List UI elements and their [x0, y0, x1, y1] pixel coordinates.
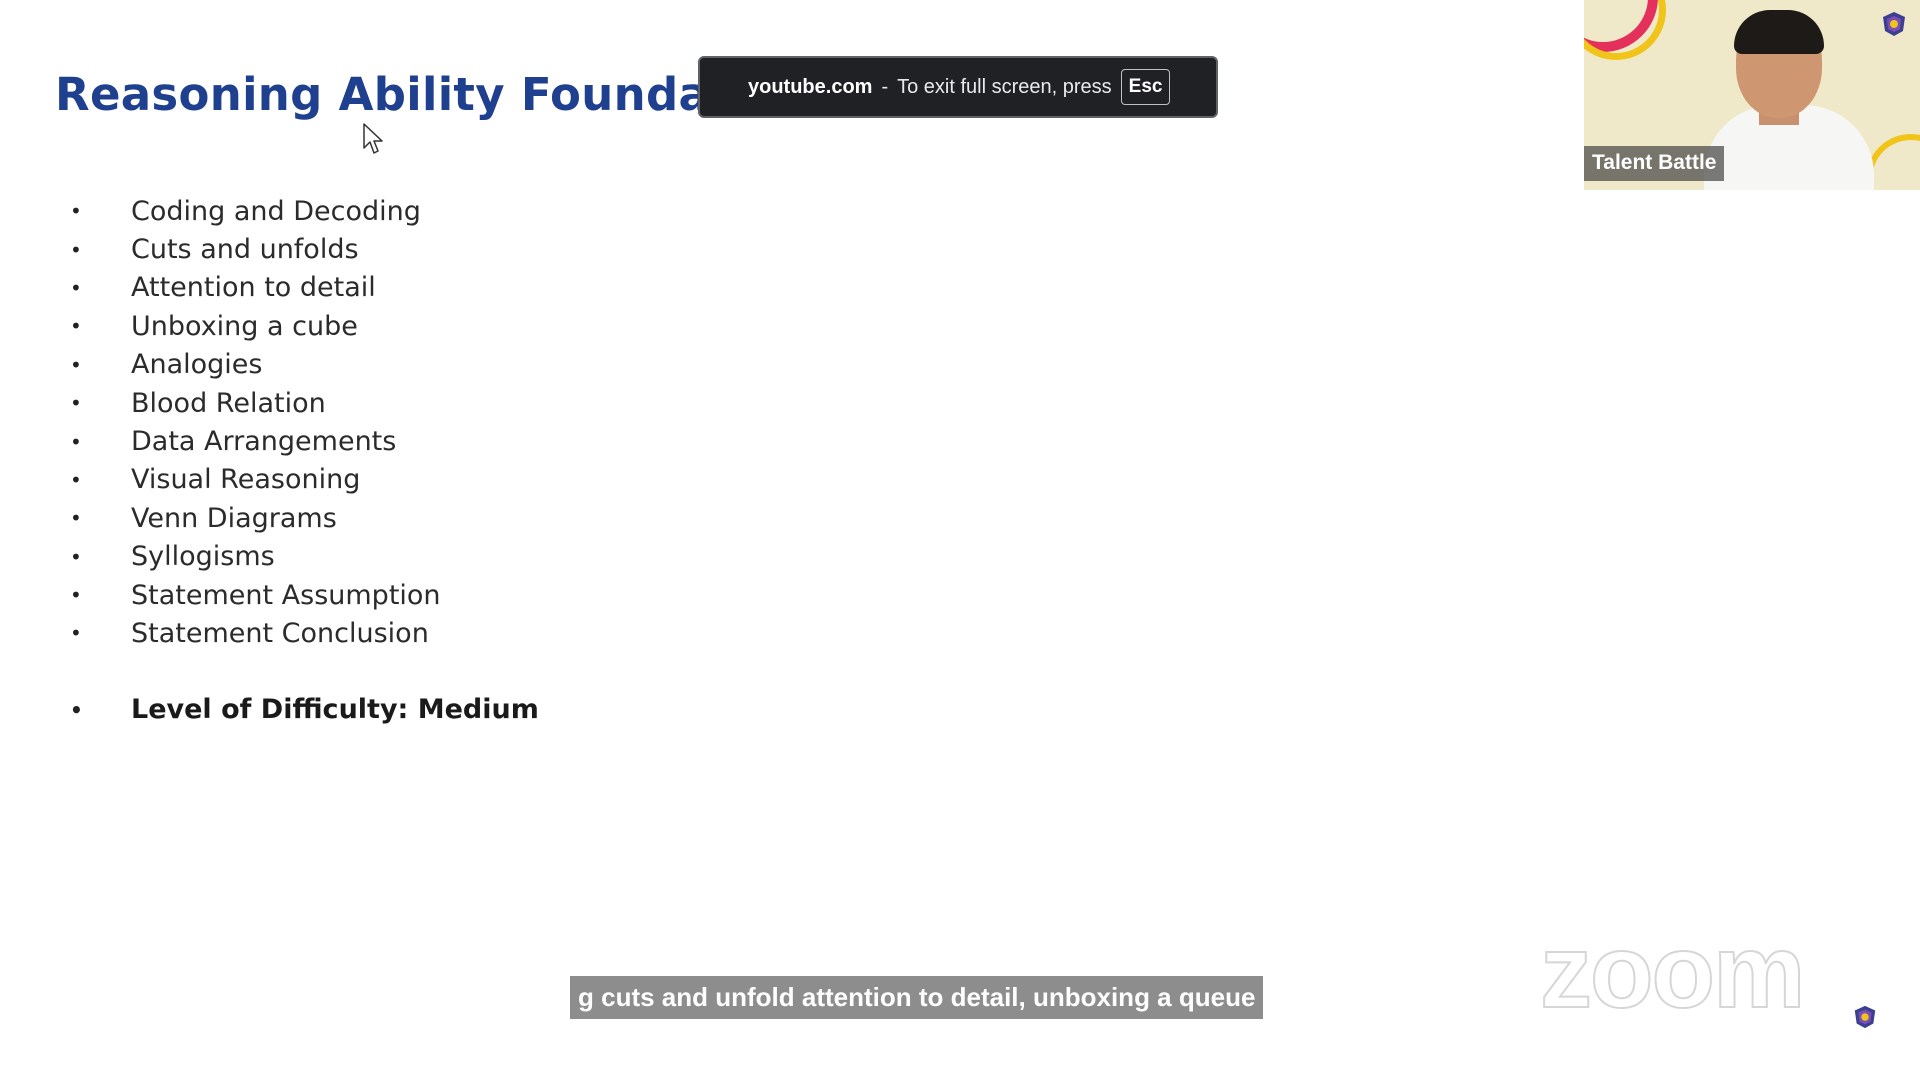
topic-label: Coding and Decoding	[131, 195, 421, 227]
topic-list: • Coding and Decoding • Cuts and unfolds •…	[70, 192, 539, 729]
bullet-icon: •	[70, 314, 82, 339]
topic-label: Statement Conclusion	[131, 617, 429, 649]
decorative-ring	[1866, 134, 1920, 190]
bullet-icon: •	[70, 391, 82, 416]
bullet-icon: •	[70, 199, 82, 224]
topic-item: • Cuts and unfolds	[70, 230, 539, 268]
topic-item: • Data Arrangements	[70, 422, 539, 460]
notice-separator: -	[881, 75, 889, 98]
decorative-ring	[1584, 0, 1666, 60]
topic-label: Statement Assumption	[131, 579, 441, 611]
presenter-name-tag: Talent Battle	[1584, 146, 1725, 181]
esc-key-badge: Esc	[1120, 69, 1171, 105]
difficulty-label: Level of Difficulty: Medium	[131, 694, 539, 726]
mouse-pointer-icon	[363, 123, 383, 154]
topic-label: Blood Relation	[131, 387, 326, 419]
topic-item: • Venn Diagrams	[70, 499, 539, 537]
talent-battle-logo-icon	[1883, 12, 1905, 36]
bullet-icon: •	[70, 429, 82, 454]
presenter-video-tile[interactable]: Talent Battle	[1584, 0, 1920, 190]
topic-label: Venn Diagrams	[131, 502, 337, 534]
notice-domain: youtube.com	[748, 75, 873, 98]
bullet-icon: •	[70, 583, 82, 608]
bullet-icon: •	[70, 544, 82, 569]
topic-label: Visual Reasoning	[131, 464, 361, 496]
topic-item: • Coding and Decoding	[70, 192, 539, 230]
topic-label: Unboxing a cube	[131, 310, 358, 342]
slide-title: Reasoning Ability Foundation	[55, 68, 811, 121]
topic-label: Analogies	[131, 349, 263, 381]
bullet-icon: •	[70, 467, 82, 492]
zoom-watermark: zoom	[1539, 914, 1807, 1030]
fullscreen-exit-notice: youtube.com - To exit full screen, press…	[698, 56, 1218, 118]
bullet-icon: •	[70, 237, 82, 262]
topic-item: • Syllogisms	[70, 538, 539, 576]
topic-item: • Unboxing a cube	[70, 307, 539, 345]
bullet-icon: •	[70, 621, 82, 646]
bullet-icon: •	[70, 275, 82, 300]
presenter-hair	[1734, 10, 1824, 54]
difficulty-item: • Level of Difficulty: Medium	[70, 691, 539, 729]
topic-item: • Blood Relation	[70, 384, 539, 422]
topic-label: Syllogisms	[131, 541, 275, 573]
topic-item: • Attention to detail	[70, 269, 539, 307]
topic-label: Cuts and unfolds	[131, 234, 359, 266]
talent-battle-logo-icon	[1854, 1005, 1876, 1029]
topic-item: • Statement Conclusion	[70, 614, 539, 652]
bullet-icon: •	[70, 352, 82, 377]
topic-item: • Statement Assumption	[70, 576, 539, 614]
bullet-icon: •	[70, 697, 83, 722]
topic-label: Data Arrangements	[131, 426, 397, 458]
bullet-icon: •	[70, 506, 82, 531]
notice-message: To exit full screen, press	[897, 75, 1112, 98]
topic-item: • Analogies	[70, 346, 539, 384]
video-stage: Reasoning Ability Foundation • Coding and…	[0, 0, 1920, 1080]
topic-label: Attention to detail	[131, 272, 376, 304]
caption-bar: g cuts and unfold attention to detail, u…	[570, 976, 1264, 1019]
topic-item: • Visual Reasoning	[70, 461, 539, 499]
